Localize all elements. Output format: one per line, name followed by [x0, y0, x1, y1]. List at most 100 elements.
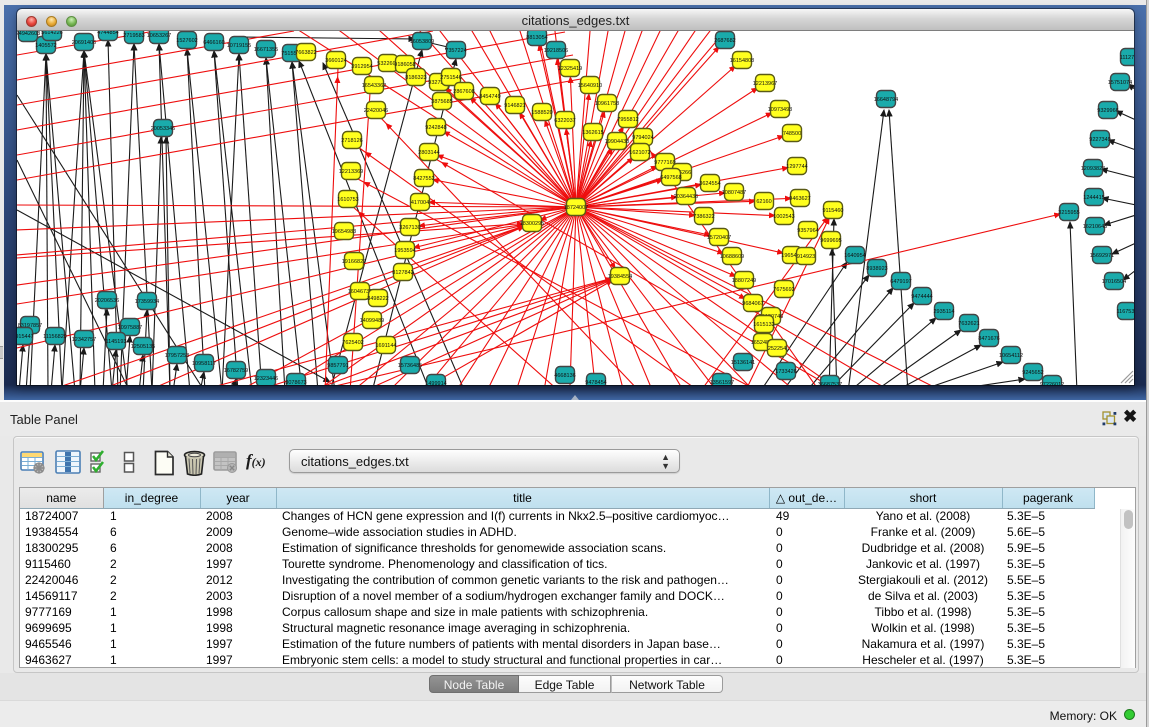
- svg-text:6479197: 6479197: [890, 279, 911, 285]
- svg-text:8471676: 8471676: [978, 336, 999, 342]
- svg-text:6466160: 6466160: [203, 40, 224, 46]
- svg-text:2867608: 2867608: [453, 89, 474, 95]
- svg-text:15736485: 15736485: [398, 363, 422, 369]
- svg-text:10961758: 10961758: [595, 101, 619, 107]
- svg-text:12213967: 12213967: [753, 81, 777, 87]
- svg-text:9329966: 9329966: [1097, 108, 1118, 114]
- svg-text:252254: 252254: [768, 346, 786, 352]
- svg-text:11156829: 11156829: [43, 334, 67, 340]
- svg-text:7625402: 7625402: [342, 340, 363, 346]
- svg-text:9463627: 9463627: [789, 196, 810, 202]
- svg-text:417004: 417004: [411, 200, 429, 206]
- svg-text:1610753: 1610753: [337, 197, 358, 203]
- svg-text:22420046: 22420046: [364, 108, 388, 114]
- svg-text:2803144: 2803144: [418, 150, 439, 156]
- svg-text:7357224: 7357224: [445, 48, 466, 54]
- svg-text:2751546: 2751546: [440, 75, 461, 81]
- svg-text:9699695: 9699695: [820, 238, 841, 244]
- svg-text:36687537: 36687537: [818, 382, 842, 385]
- svg-text:16543362: 16543362: [362, 83, 386, 89]
- svg-text:9115460: 9115460: [822, 208, 843, 214]
- svg-text:12325419: 12325419: [558, 66, 582, 72]
- svg-text:9227349: 9227349: [1089, 137, 1110, 143]
- svg-text:16154808: 16154808: [730, 58, 754, 64]
- svg-text:8813054: 8813054: [526, 35, 547, 41]
- svg-text:1527602: 1527602: [176, 38, 197, 44]
- svg-text:20691406: 20691406: [72, 40, 96, 46]
- svg-text:19166827: 19166827: [342, 259, 366, 265]
- svg-text:10975887: 10975887: [118, 325, 142, 331]
- svg-text:748500: 748500: [783, 131, 801, 137]
- svg-text:10973493: 10973493: [768, 107, 792, 113]
- svg-text:1733426: 1733426: [775, 369, 796, 375]
- svg-text:1167533: 1167533: [1116, 309, 1134, 315]
- svg-text:9478454: 9478454: [585, 380, 606, 385]
- svg-text:18724007: 18724007: [564, 205, 588, 211]
- svg-text:12505135: 12505135: [131, 344, 155, 350]
- svg-text:8938923: 8938923: [866, 266, 887, 272]
- svg-text:9777169: 9777169: [654, 160, 675, 166]
- svg-text:1362615: 1362615: [582, 130, 603, 136]
- svg-text:6497568: 6497568: [660, 175, 681, 181]
- svg-text:1691144: 1691144: [375, 343, 396, 349]
- svg-text:16648794: 16648794: [874, 97, 898, 103]
- svg-text:15136141: 15136141: [731, 360, 755, 366]
- svg-text:2935114: 2935114: [933, 309, 954, 315]
- svg-text:10688609: 10688609: [720, 254, 744, 260]
- svg-text:10654112: 10654112: [999, 353, 1023, 359]
- svg-text:7386322: 7386322: [693, 214, 714, 220]
- svg-text:3267130: 3267130: [399, 225, 420, 231]
- svg-text:1002543: 1002543: [773, 214, 794, 220]
- svg-text:17957253: 17957253: [165, 353, 189, 359]
- svg-text:16782759: 16782759: [224, 368, 248, 374]
- svg-text:20364436: 20364436: [674, 194, 698, 200]
- svg-text:20206536: 20206536: [95, 298, 119, 304]
- svg-text:16210643: 16210643: [1083, 224, 1107, 230]
- svg-text:3912954: 3912954: [351, 64, 372, 70]
- svg-text:2719583: 2719583: [123, 33, 144, 39]
- svg-text:4744854: 4744854: [97, 31, 118, 36]
- svg-text:10807487: 10807487: [722, 190, 746, 196]
- svg-text:8186323: 8186323: [405, 75, 426, 81]
- svg-text:6322037: 6322037: [554, 118, 575, 124]
- svg-text:24942603: 24942603: [17, 31, 40, 37]
- svg-text:19218506: 19218506: [544, 48, 568, 54]
- svg-text:3660124: 3660124: [325, 58, 346, 64]
- svg-text:1244415: 1244415: [1083, 195, 1104, 201]
- svg-text:20053346: 20053346: [151, 126, 175, 132]
- svg-text:9857791: 9857791: [327, 363, 348, 369]
- svg-text:15640910: 15640910: [578, 83, 602, 89]
- svg-text:2718126: 2718126: [341, 138, 362, 144]
- svg-text:18300295: 18300295: [520, 221, 544, 227]
- svg-text:914923: 914923: [797, 254, 815, 260]
- svg-text:7632621: 7632621: [958, 321, 979, 327]
- svg-text:19654983: 19654983: [332, 229, 356, 235]
- svg-text:8078673: 8078673: [285, 380, 306, 385]
- svg-text:8127842: 8127842: [392, 270, 413, 276]
- svg-text:1640954: 1640954: [844, 253, 865, 259]
- svg-text:3624554: 3624554: [699, 181, 720, 187]
- svg-text:12213369: 12213369: [339, 169, 363, 175]
- svg-text:14099489: 14099489: [360, 318, 384, 324]
- svg-text:1499914: 1499914: [425, 381, 446, 385]
- svg-text:12093823: 12093823: [1081, 166, 1105, 172]
- svg-text:18807249: 18807249: [732, 278, 756, 284]
- svg-text:7663822: 7663822: [295, 50, 316, 56]
- svg-text:1297744: 1297744: [786, 164, 807, 170]
- svg-text:9684067: 9684067: [742, 301, 763, 307]
- svg-text:15692971: 15692971: [1090, 253, 1114, 259]
- svg-text:9474444: 9474444: [911, 294, 932, 300]
- svg-text:1953594: 1953594: [394, 248, 415, 254]
- svg-text:3215955: 3215955: [1058, 210, 1079, 216]
- svg-text:1621072: 1621072: [629, 150, 650, 156]
- svg-text:5614226: 5614226: [41, 31, 62, 36]
- svg-text:1145193: 1145193: [105, 339, 126, 345]
- svg-text:9794024: 9794024: [632, 135, 653, 141]
- svg-text:1615132: 1615132: [753, 322, 774, 328]
- svg-text:16671355: 16671355: [254, 47, 278, 53]
- svg-text:10719155: 10719155: [227, 43, 251, 49]
- svg-text:8427552: 8427552: [413, 176, 434, 182]
- svg-text:8454749: 8454749: [479, 94, 500, 100]
- svg-text:17016504: 17016504: [1102, 279, 1126, 285]
- svg-text:17359934: 17359934: [135, 299, 159, 305]
